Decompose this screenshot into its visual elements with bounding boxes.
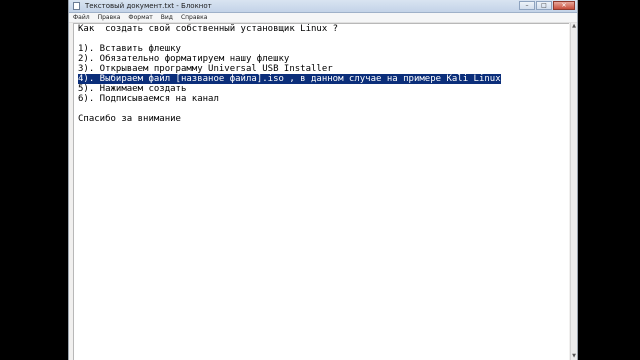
menu-edit[interactable]: Правка [94,13,125,22]
document-text[interactable]: Как создать свой собственный установщик … [78,24,567,124]
window-controls: – □ ✕ [519,1,575,10]
minimize-button[interactable]: – [519,1,535,10]
text-line[interactable]: 6). Подписываемся на канал [78,94,567,104]
title-bar[interactable]: Текстовый документ.txt - Блокнот – □ ✕ [69,0,577,13]
menu-file[interactable]: Файл [69,13,94,22]
text-line[interactable]: 3). Открываем программу Universal USB In… [78,64,567,74]
text-line[interactable]: 5). Нажимаем создать [78,84,567,94]
text-line[interactable] [78,104,567,114]
menu-help[interactable]: Справка [177,13,211,22]
notepad-window: Текстовый документ.txt - Блокнот – □ ✕ Ф… [68,0,578,360]
menu-bar: Файл Правка Формат Вид Справка [69,13,577,23]
menu-format[interactable]: Формат [124,13,156,22]
text-line[interactable]: 2). Обязательно форматируем нашу флешку [78,54,567,64]
notepad-icon [73,2,80,10]
text-line[interactable]: 1). Вставить флешку [78,44,567,54]
vertical-scrollbar[interactable]: ▲ ▼ [570,23,577,360]
menu-view[interactable]: Вид [157,13,177,22]
text-line[interactable]: Спасибо за внимание [78,114,567,124]
scroll-down-icon[interactable]: ▼ [571,353,577,360]
text-line[interactable]: Как создать свой собственный установщик … [78,24,567,34]
maximize-button[interactable]: □ [536,1,552,10]
text-editor[interactable]: Как создать свой собственный установщик … [73,23,569,360]
close-button[interactable]: ✕ [553,1,575,10]
window-title: Текстовый документ.txt - Блокнот [85,2,212,10]
selected-text-line[interactable]: 4). Выбираем файл [названое файла].iso ,… [78,74,501,84]
scroll-up-icon[interactable]: ▲ [571,23,577,30]
text-line[interactable] [78,34,567,44]
